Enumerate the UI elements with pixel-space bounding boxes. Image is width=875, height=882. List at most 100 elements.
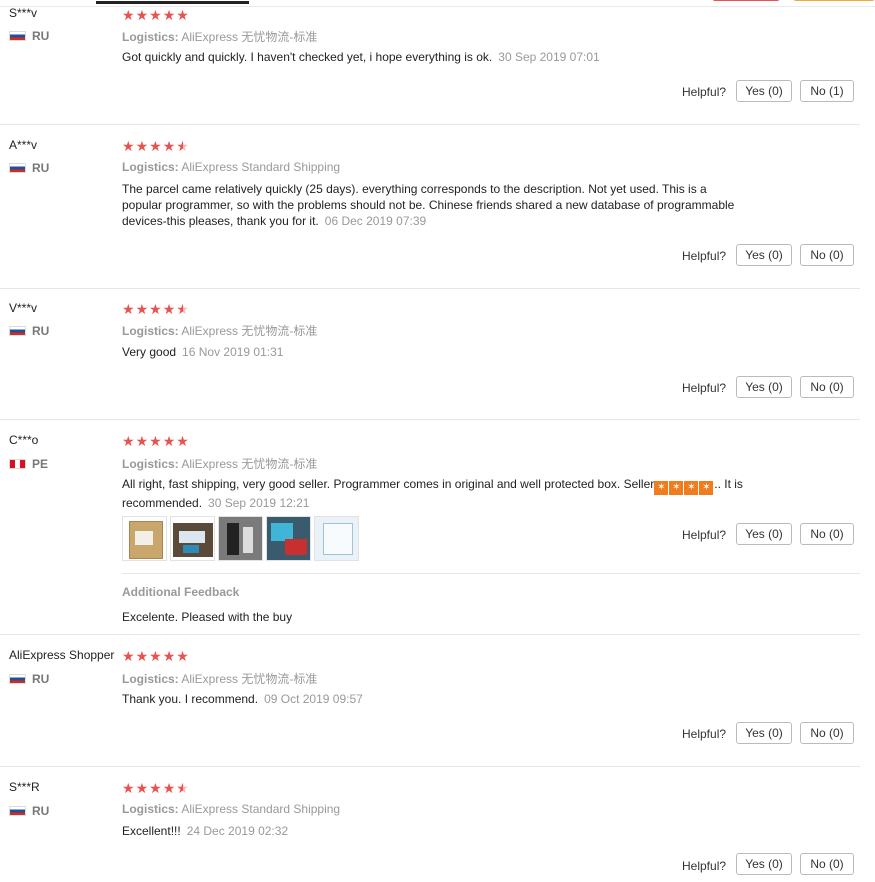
logistics-label: Logistics: (122, 160, 179, 174)
star-icon: ★ (122, 138, 135, 154)
country-code: RU (32, 161, 50, 175)
star-icon: ★ (149, 433, 162, 449)
star-icon: ★ (149, 7, 162, 23)
helpful-yes-button[interactable]: Yes (0) (736, 523, 792, 545)
review-photo-thumbnail[interactable] (218, 516, 263, 561)
logistics-info: Logistics: AliExpress 无忧物流-标准 (122, 322, 317, 339)
star-icon: ★ (176, 648, 189, 664)
review-date: 06 Dec 2019 07:39 (324, 214, 427, 228)
star-icon: ★ (149, 648, 162, 664)
review-body: Got quickly and quickly. I haven't check… (122, 50, 493, 64)
review-photo-thumbnail[interactable] (266, 516, 311, 561)
review-photos (122, 516, 359, 561)
review-body: The parcel came relatively quickly (25 d… (122, 182, 735, 228)
review-divider (0, 124, 860, 125)
helpful-label: Helpful? (682, 85, 727, 99)
helpful-yes-button[interactable]: Yes (0) (736, 80, 792, 102)
review-divider (0, 766, 860, 767)
review-date: 09 Oct 2019 09:57 (264, 692, 363, 706)
star-icon: ★ (135, 138, 149, 154)
star-icon: ★ (149, 138, 162, 154)
flag-pe-icon (9, 459, 26, 469)
helpful-yes-button[interactable]: Yes (0) (736, 722, 792, 744)
star-icon: ★ (135, 780, 149, 796)
logistics-info: Logistics: AliExpress 无忧物流-标准 (122, 28, 317, 45)
country-code: PE (32, 457, 49, 471)
review-photo-thumbnail[interactable] (314, 516, 359, 561)
star-icon: ★ (176, 138, 189, 154)
reviewer-country: RU (9, 29, 49, 43)
active-tab-indicator (96, 1, 249, 4)
review-date: 16 Nov 2019 01:31 (182, 345, 284, 359)
review-text: Excellent!!! 24 Dec 2019 02:32 (122, 823, 742, 839)
review-item: S***v RU ★ ★ ★ ★ ★ Logistics: AliExpress 无忧物… (0, 6, 860, 125)
helpful-no-button[interactable]: No (1) (800, 80, 854, 102)
review-photo-thumbnail[interactable] (170, 516, 215, 561)
star-icon: ★ (162, 301, 176, 317)
logistics-value: AliExpress Standard Shipping (181, 802, 341, 816)
review-item: S***R RU ★ ★ ★ ★ ★ Logistics: AliExpress Sta… (0, 780, 860, 882)
helpful-yes-button[interactable]: Yes (0) (736, 244, 792, 266)
star-icon: ★ (135, 7, 149, 23)
star-icon: ★ (122, 780, 135, 796)
helpful-no-button[interactable]: No (0) (800, 244, 854, 266)
review-text: Got quickly and quickly. I haven't check… (122, 49, 742, 65)
review-divider (0, 634, 860, 635)
star-icon: ★ (122, 7, 135, 23)
star-icon: ★ (162, 780, 176, 796)
logistics-value: AliExpress 无忧物流-标准 (181, 672, 318, 686)
star-icon: ★ (122, 648, 135, 664)
star-rating: ★ ★ ★ ★ ★ (122, 649, 189, 663)
helpful-yes-button[interactable]: Yes (0) (736, 853, 792, 875)
star-icon: ★ (149, 780, 162, 796)
review-item: A***v RU ★ ★ ★ ★ ★ Logistics: AliExpress Sta… (0, 138, 860, 289)
star-rating: ★ ★ ★ ★ ★ (122, 434, 189, 448)
star-icon: ★ (135, 301, 149, 317)
flag-ru-icon (9, 31, 26, 41)
star-rating: ★ ★ ★ ★ ★ (122, 8, 189, 22)
seller-star-icon: ✶ (684, 481, 699, 495)
star-rating: ★ ★ ★ ★ ★ (122, 139, 189, 153)
star-rating: ★ ★ ★ ★ ★ (122, 302, 189, 316)
helpful-no-button[interactable]: No (0) (800, 853, 854, 875)
review-text: All right, fast shipping, very good sell… (122, 476, 767, 511)
additional-feedback-title: Additional Feedback (122, 585, 240, 599)
flag-ru-icon (9, 326, 26, 336)
helpful-no-button[interactable]: No (0) (800, 523, 854, 545)
additional-feedback-divider (122, 573, 860, 574)
seller-star-icon: ✶ (669, 481, 684, 495)
helpful-label: Helpful? (682, 381, 727, 395)
helpful-label: Helpful? (682, 249, 727, 263)
reviewer-name: AliExpress Shopper (9, 648, 115, 662)
star-icon: ★ (122, 301, 135, 317)
review-photo-thumbnail[interactable] (122, 516, 167, 561)
reviewer-name: S***v (9, 6, 38, 20)
logistics-info: Logistics: AliExpress Standard Shipping (122, 802, 340, 816)
reviewer-country: RU (9, 804, 49, 818)
review-date: 30 Sep 2019 12:21 (208, 496, 310, 510)
review-body: Very good (122, 345, 177, 359)
reviewer-country: RU (9, 161, 49, 175)
seller-rating-icons: ✶ ✶ ✶ ✶ (654, 477, 714, 495)
review-item: AliExpress Shopper RU ★ ★ ★ ★ ★ Logistics: A… (0, 648, 860, 767)
helpful-no-button[interactable]: No (0) (800, 376, 854, 398)
helpful-yes-button[interactable]: Yes (0) (736, 376, 792, 398)
logistics-value: AliExpress Standard Shipping (181, 160, 341, 174)
review-body: Thank you. I recommend. (122, 692, 259, 706)
review-body: Excellent!!! (122, 824, 181, 838)
star-icon: ★ (176, 7, 189, 23)
star-icon: ★ (162, 138, 176, 154)
flag-ru-icon (9, 163, 26, 173)
star-icon: ★ (135, 433, 149, 449)
logistics-label: Logistics: (122, 457, 179, 471)
review-text: The parcel came relatively quickly (25 d… (122, 181, 737, 229)
star-icon: ★ (122, 433, 135, 449)
logistics-value: AliExpress 无忧物流-标准 (181, 324, 318, 338)
helpful-no-button[interactable]: No (0) (800, 722, 854, 744)
logistics-value: AliExpress 无忧物流-标准 (181, 457, 318, 471)
top-red-button-edge[interactable] (712, 0, 780, 1)
helpful-label: Helpful? (682, 859, 727, 873)
top-orange-button-edge[interactable] (793, 0, 875, 1)
review-text: Very good 16 Nov 2019 01:31 (122, 344, 742, 360)
logistics-label: Logistics: (122, 30, 179, 44)
